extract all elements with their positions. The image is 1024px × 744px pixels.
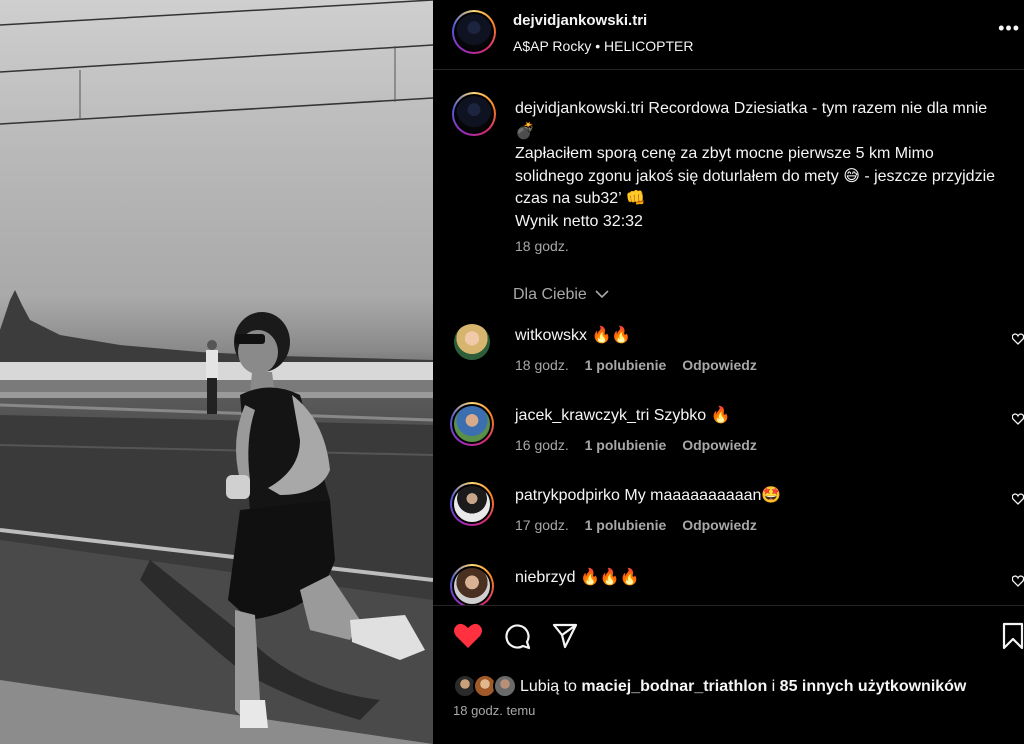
comment-time: 18 godz.	[515, 357, 569, 373]
comments-filter-dropdown[interactable]: Dla Ciebie	[513, 286, 609, 304]
caption-line-3: Wynik netto 32:32	[515, 212, 643, 230]
comment-text: jacek_krawczyk_tri Szybko 🔥	[515, 407, 731, 424]
post-caption: dejvidjankowski.tri Recordowa Dziesiatka…	[515, 98, 995, 233]
caption-line-2: Zapłaciłem sporą cenę za zbyt mocne pier…	[515, 145, 996, 207]
comment-heart-icon[interactable]	[1012, 412, 1024, 426]
post-panel: dejvidjankowski.tri A$AP Rocky • HELICOP…	[433, 0, 1024, 744]
commenter-username[interactable]: jacek_krawczyk_tri	[515, 407, 649, 424]
commenter-avatar[interactable]	[450, 482, 494, 526]
runner-image	[0, 0, 433, 744]
more-options-icon[interactable]: •••	[998, 18, 1020, 39]
reply-button[interactable]: Odpowiedz	[682, 437, 757, 453]
comment-icon[interactable]	[503, 622, 531, 650]
commenter-avatar[interactable]	[452, 322, 492, 362]
commenter-username[interactable]: patrykpodpirko	[515, 487, 620, 504]
author-username[interactable]: dejvidjankowski.tri	[513, 12, 647, 29]
comment-meta: 16 godz. 1 polubienie Odpowiedz	[515, 437, 769, 453]
share-icon[interactable]	[551, 622, 579, 650]
comment-time: 17 godz.	[515, 517, 569, 533]
comment-text: patrykpodpirko My maaaaaaaaaan🤩	[515, 487, 782, 504]
liker-username[interactable]: maciej_bodnar_triathlon	[581, 678, 767, 695]
post-photo[interactable]	[0, 0, 433, 744]
caption-username[interactable]: dejvidjankowski.tri	[515, 100, 644, 117]
comment-likes-link[interactable]: 1 polubienie	[585, 517, 667, 533]
comment-likes-link[interactable]: 1 polubienie	[585, 357, 667, 373]
post-header: dejvidjankowski.tri A$AP Rocky • HELICOP…	[433, 0, 1024, 70]
author-avatar[interactable]	[452, 10, 496, 54]
comment-heart-icon[interactable]	[1012, 492, 1024, 506]
comment-item: jacek_krawczyk_tri Szybko 🔥 16 godz. 1 p…	[433, 402, 1024, 482]
comment-item: witkowskx 🔥🔥 18 godz. 1 polubienie Odpow…	[433, 322, 1024, 402]
reply-button[interactable]: Odpowiedz	[682, 357, 757, 373]
comment-meta: 17 godz. 1 polubienie Odpowiedz	[515, 517, 769, 533]
comment-text: niebrzyd 🔥🔥🔥	[515, 569, 640, 586]
reply-button[interactable]: Odpowiedz	[682, 517, 757, 533]
comment-meta: 18 godz. 1 polubienie Odpowiedz	[515, 357, 769, 373]
comment-text: witkowskx 🔥🔥	[515, 327, 632, 344]
comment-heart-icon[interactable]	[1012, 574, 1024, 588]
caption-avatar[interactable]	[452, 92, 496, 136]
commenter-avatar[interactable]	[450, 564, 494, 608]
likes-others-link[interactable]: 85 innych użytkowników	[780, 678, 967, 695]
heart-icon[interactable]	[453, 622, 483, 650]
post-time: 18 godz. temu	[453, 703, 536, 718]
caption-time: 18 godz.	[515, 238, 569, 254]
comments-filter-label: Dla Ciebie	[513, 286, 587, 304]
comment-item: patrykpodpirko My maaaaaaaaaan🤩 17 godz.…	[433, 482, 1024, 562]
commenter-username[interactable]: niebrzyd	[515, 569, 575, 586]
commenter-avatar[interactable]	[450, 402, 494, 446]
chevron-down-icon	[595, 286, 609, 304]
post-actions: Lubią to maciej_bodnar_triathlon i 85 in…	[433, 605, 1024, 744]
commenter-username[interactable]: witkowskx	[515, 327, 587, 344]
comment-time: 16 godz.	[515, 437, 569, 453]
comment-likes-link[interactable]: 1 polubienie	[585, 437, 667, 453]
likes-summary: Lubią to maciej_bodnar_triathlon i 85 in…	[520, 678, 967, 695]
comment-heart-icon[interactable]	[1012, 332, 1024, 346]
bookmark-icon[interactable]	[1001, 622, 1024, 650]
music-track[interactable]: A$AP Rocky • HELICOPTER	[513, 38, 693, 54]
